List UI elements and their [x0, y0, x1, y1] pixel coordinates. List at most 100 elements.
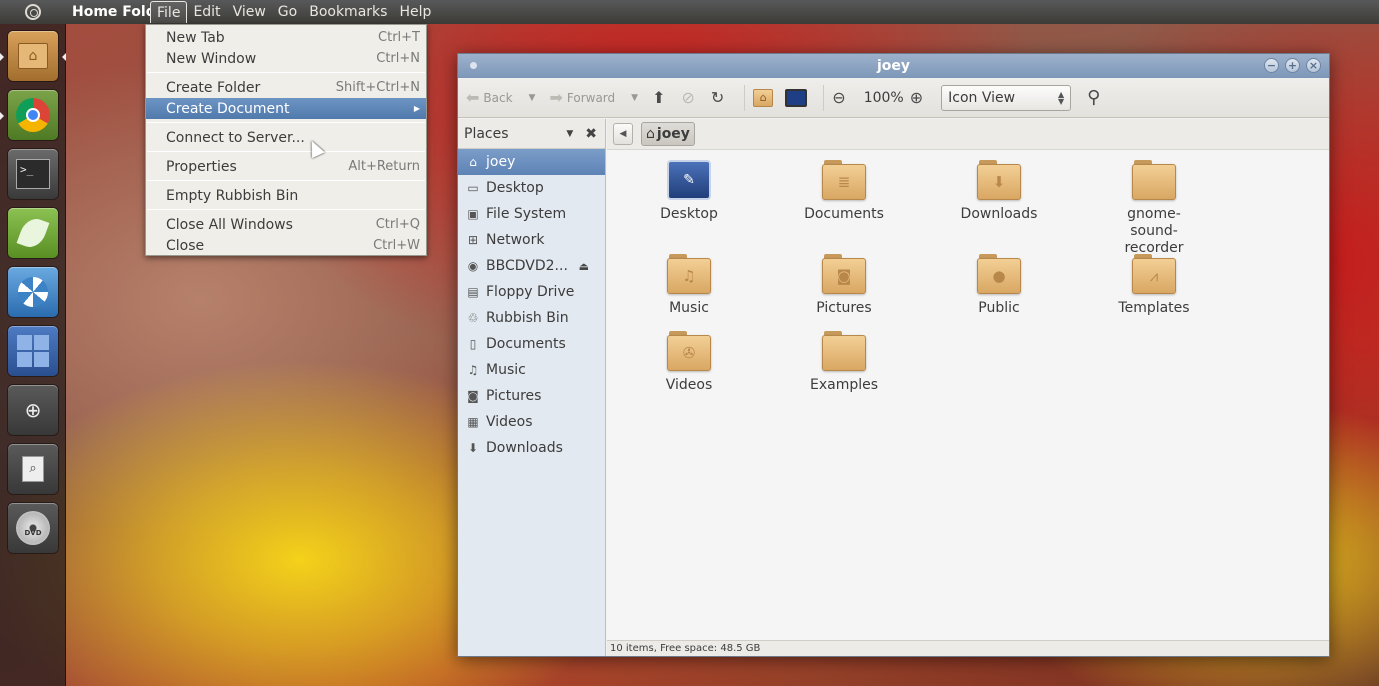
forward-arrow-icon: ➡ [549, 88, 563, 107]
menu-go[interactable]: Go [272, 1, 303, 23]
file-item[interactable]: ≣ Documents [779, 160, 909, 223]
icon-grid: ✎ Desktop ≣ Documents ⬇ Downloads gnome-sound-… [607, 150, 1329, 642]
back-history-dropdown-icon[interactable]: ▼ [529, 93, 536, 103]
file-item[interactable]: ♫ Music [624, 254, 754, 317]
zoom-in-button[interactable]: ⊕ [910, 88, 927, 107]
running-indicator [0, 112, 4, 120]
menu-separator [147, 180, 425, 181]
camera-icon: ◙ [467, 389, 479, 403]
sidebar-title[interactable]: Places [464, 126, 509, 142]
dash-button[interactable] [0, 0, 66, 24]
forward-history-dropdown-icon[interactable]: ▼ [631, 93, 638, 103]
reload-button[interactable]: ↻ [711, 88, 728, 107]
sidebar-item-joey[interactable]: ⌂ joey [458, 149, 605, 175]
menu-item-new-window[interactable]: New Window Ctrl+N [146, 48, 426, 69]
file-item[interactable]: ● Public [934, 254, 1064, 317]
file-item[interactable]: ◙ Pictures [779, 254, 909, 317]
file-menu-dropdown: New Tab Ctrl+T New Window Ctrl+N Create … [145, 24, 427, 256]
forward-button[interactable]: ➡ Forward ▼ [549, 88, 638, 107]
menu-item-connect-to-server[interactable]: Connect to Server... [146, 127, 426, 148]
minimize-button[interactable]: − [1264, 58, 1279, 73]
up-button[interactable]: ⬆ [652, 88, 669, 107]
path-crumb-home[interactable]: ⌂ joey [641, 122, 695, 146]
sidebar-item-downloads[interactable]: ⬇ Downloads [458, 435, 605, 461]
file-item[interactable]: gnome-sound-recorder [1089, 160, 1219, 257]
menu-help[interactable]: Help [393, 1, 437, 23]
launcher-dvd[interactable]: DVD [8, 503, 58, 553]
launcher-shutter[interactable] [8, 267, 58, 317]
file-item[interactable]: Examples [779, 331, 909, 394]
menu-item-create-document[interactable]: Create Document ▶ [146, 98, 426, 119]
home-button[interactable]: ⌂ [753, 88, 774, 107]
sidebar-item-bbcdvd2[interactable]: ◉ BBCDVD2... ⏏ [458, 253, 605, 279]
sidebar-header: Places ▼ ✖ [458, 119, 605, 149]
folder-icon [1132, 160, 1176, 200]
zoom-level[interactable]: 100% [864, 90, 904, 106]
toolbar: ⬅ Back ▼ ➡ Forward ▼ ⬆ ⊘ ↻ ⌂ ⊖ 100% ⊕ Ic… [458, 78, 1329, 118]
stop-icon: ⊘ [681, 88, 695, 107]
workspace-icon [17, 335, 49, 367]
sidebar-item-desktop[interactable]: ▭ Desktop [458, 175, 605, 201]
sidebar-item-label: Floppy Drive [486, 284, 575, 300]
templates-folder-icon: ⩘ [1132, 254, 1176, 294]
close-button[interactable]: × [1306, 58, 1321, 73]
folder-icon [822, 331, 866, 371]
home-folder-icon: ⌂ [753, 88, 774, 107]
computer-icon [785, 88, 808, 107]
computer-button[interactable] [785, 88, 808, 107]
menu-item-close-all-windows[interactable]: Close All Windows Ctrl+Q [146, 214, 426, 235]
stop-button[interactable]: ⊘ [681, 88, 698, 107]
sidebar-item-documents[interactable]: ▯ Documents [458, 331, 605, 357]
file-label: Videos [665, 377, 713, 393]
zoom-out-button[interactable]: ⊖ [832, 88, 849, 107]
launcher-workspace-switcher[interactable] [8, 326, 58, 376]
sidebar-item-network[interactable]: ⊞ Network [458, 227, 605, 253]
maximize-button[interactable]: + [1285, 58, 1300, 73]
menu-item-close[interactable]: Close Ctrl+W [146, 235, 426, 256]
sidebar-item-pictures[interactable]: ◙ Pictures [458, 383, 605, 409]
sidebar-item-label: Downloads [486, 440, 563, 456]
path-scroll-left-button[interactable]: ◀ [613, 123, 633, 145]
launcher-document-viewer[interactable]: ⌕ [8, 444, 58, 494]
launcher-magnifier[interactable]: ⊕ [8, 385, 58, 435]
file-item[interactable]: ⬇ Downloads [934, 160, 1064, 223]
file-item[interactable]: ✇ Videos [624, 331, 754, 394]
toolbar-separator [744, 84, 746, 111]
sidebar-type-dropdown-icon[interactable]: ▼ [566, 129, 573, 139]
file-item[interactable]: ✎ Desktop [624, 160, 754, 223]
menu-item-properties[interactable]: Properties Alt+Return [146, 156, 426, 177]
film-icon: ▦ [467, 415, 479, 429]
back-button[interactable]: ⬅ Back ▼ [466, 88, 535, 107]
sidebar-item-floppy-drive[interactable]: ▤ Floppy Drive [458, 279, 605, 305]
menu-separator [147, 122, 425, 123]
view-mode-select[interactable]: Icon View ▲ ▼ [941, 84, 1072, 111]
eject-icon[interactable]: ⏏ [579, 260, 589, 273]
menu-edit[interactable]: Edit [187, 1, 226, 23]
window-titlebar[interactable]: joey − + × [458, 54, 1329, 78]
up-arrow-icon: ⬆ [652, 88, 666, 107]
home-icon: ⌂ [469, 155, 477, 169]
sidebar-item-videos[interactable]: ▦ Videos [458, 409, 605, 435]
pictures-folder-icon: ◙ [822, 254, 866, 294]
launcher-home-folder[interactable]: ⌂ [8, 31, 58, 81]
menu-file[interactable]: File [150, 1, 188, 23]
menu-item-create-folder[interactable]: Create Folder Shift+Ctrl+N [146, 77, 426, 98]
menu-item-empty-rubbish-bin[interactable]: Empty Rubbish Bin [146, 185, 426, 206]
music-icon: ♫ [467, 363, 479, 377]
file-manager-window: joey − + × ⬅ Back ▼ ➡ Forward ▼ ⬆ ⊘ ↻ ⌂ [457, 53, 1330, 657]
file-item[interactable]: ⩘ Templates [1089, 254, 1219, 317]
close-sidebar-icon[interactable]: ✖ [585, 126, 597, 142]
window-menu-icon[interactable] [470, 62, 477, 69]
sidebar-item-music[interactable]: ♫ Music [458, 357, 605, 383]
sidebar-item-rubbish-bin[interactable]: ♲ Rubbish Bin [458, 305, 605, 331]
menu-item-new-tab[interactable]: New Tab Ctrl+T [146, 27, 426, 48]
menu-view[interactable]: View [227, 1, 272, 23]
sidebar-item-file-system[interactable]: ▣ File System [458, 201, 605, 227]
sidebar-item-label: BBCDVD2... [486, 258, 568, 274]
launcher-leafpad[interactable] [8, 208, 58, 258]
menu-bookmarks[interactable]: Bookmarks [303, 1, 393, 23]
launcher-terminal[interactable]: >_ [8, 149, 58, 199]
launcher-chrome[interactable] [8, 90, 58, 140]
content-area: ◀ ⌂ joey ✎ Desktop ≣ Documents ⬇ Downloads gno… [607, 119, 1329, 656]
search-button[interactable]: ⚲ [1087, 87, 1104, 108]
